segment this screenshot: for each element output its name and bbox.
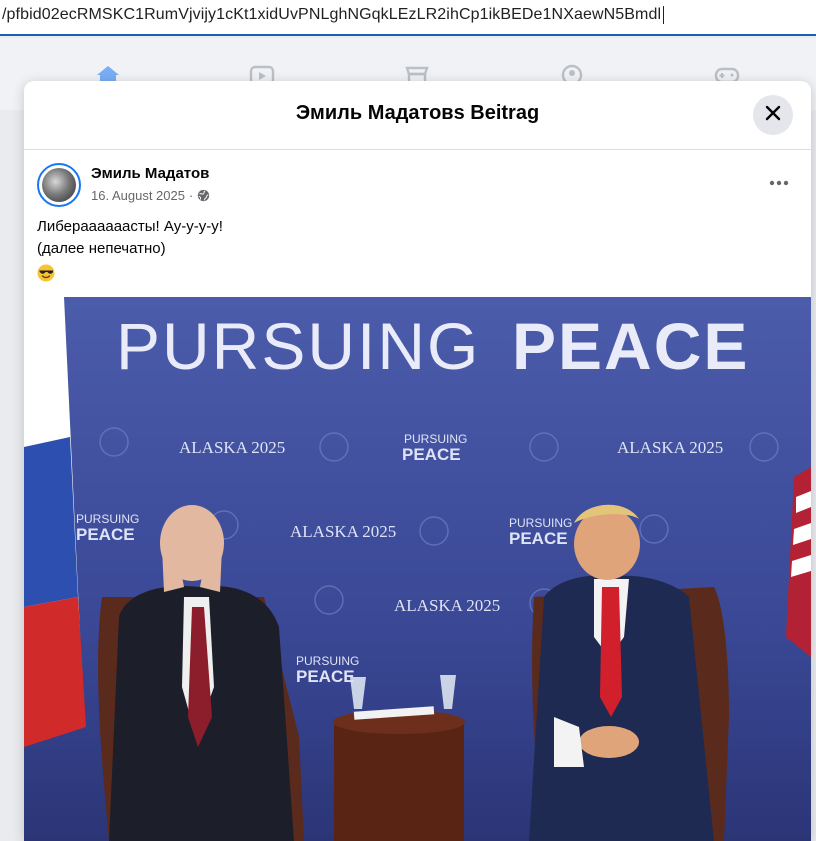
alaska-label: ALASKA 2025	[617, 438, 723, 457]
text-caret	[663, 6, 665, 24]
post-line-2: (далее непечатно)	[37, 240, 166, 257]
post-text: Либераааааасты! Ау-у-у-у! (далее непечат…	[24, 212, 811, 289]
author-name[interactable]: Эмиль Мадатов	[91, 165, 209, 182]
alaska-label: ALASKA 2025	[179, 438, 285, 457]
url-value: /pfbid02ecRMSKC1RumVjvijy1cKt1xidUvPNLgh…	[2, 6, 662, 24]
address-bar[interactable]: /pfbid02ecRMSKC1RumVjvijy1cKt1xidUvPNLgh…	[0, 0, 816, 36]
globe-icon[interactable]	[197, 189, 210, 202]
post-line-1: Либераааааасты! Ау-у-у-у!	[37, 218, 223, 235]
post-date[interactable]: 16. August 2025	[91, 188, 185, 203]
peace-small: PEACE	[296, 667, 355, 686]
close-button[interactable]	[753, 95, 793, 135]
pursuing-small: PURSUING	[509, 516, 572, 530]
peace-small: PEACE	[402, 445, 461, 464]
post-dialog: Эмиль Мадатовs Beitrag Эмиль Мадатов 16.…	[24, 81, 811, 841]
alaska-label: ALASKA 2025	[290, 522, 396, 541]
alaska-label: ALASKA 2025	[394, 596, 500, 615]
dialog-header: Эмиль Мадатовs Beitrag	[24, 81, 811, 150]
more-options-button[interactable]	[761, 168, 797, 196]
peace-small: PEACE	[76, 525, 135, 544]
post-photo[interactable]: PURSUING PEACE ALASKA 2025 ALASKA 2025 A…	[24, 297, 811, 841]
dialog-title: Эмиль Мадатовs Beitrag	[295, 102, 540, 124]
pursuing-small: PURSUING	[76, 512, 139, 526]
headline-pursuing: PURSUING	[116, 309, 480, 383]
pursuing-small: PURSUING	[296, 654, 359, 668]
more-icon	[769, 173, 789, 191]
avatar-photo	[42, 168, 76, 202]
peace-small: PEACE	[509, 529, 568, 548]
close-icon	[763, 103, 783, 128]
url-text[interactable]: /pfbid02ecRMSKC1RumVjvijy1cKt1xidUvPNLgh…	[2, 6, 665, 24]
meta-separator: ·	[188, 188, 194, 203]
headline-peace: PEACE	[512, 309, 749, 383]
pursuing-small: PURSUING	[404, 432, 467, 446]
post-header: Эмиль Мадатов 16. August 2025 ·	[24, 150, 811, 212]
post-meta: 16. August 2025 ·	[91, 188, 210, 203]
sunglasses-emoji-icon	[37, 264, 55, 282]
avatar[interactable]	[37, 163, 81, 207]
